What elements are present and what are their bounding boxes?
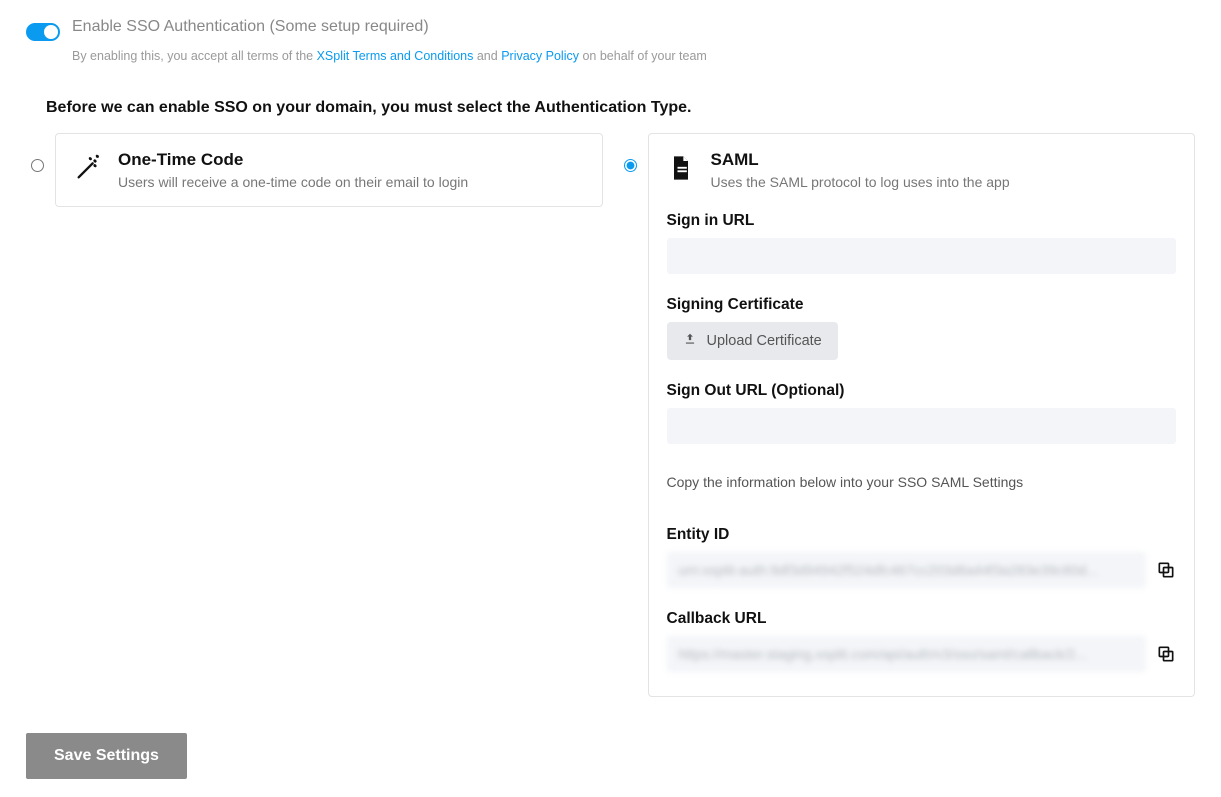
sign-in-url-label: Sign in URL [667, 212, 1177, 230]
entity-id-label: Entity ID [667, 526, 1177, 544]
upload-certificate-button[interactable]: Upload Certificate [667, 322, 838, 360]
otc-title: One-Time Code [118, 150, 468, 170]
upload-certificate-label: Upload Certificate [707, 333, 822, 349]
select-auth-type-heading: Before we can enable SSO on your domain,… [46, 99, 1195, 117]
toggle-text-block: Enable SSO Authentication (Some setup re… [72, 18, 707, 75]
one-time-code-radio[interactable] [31, 159, 44, 172]
signing-cert-label: Signing Certificate [667, 296, 1177, 314]
sign-out-url-input[interactable] [667, 408, 1177, 444]
toggle-sub-prefix: By enabling this, you accept all terms o… [72, 49, 317, 63]
save-settings-button[interactable]: Save Settings [26, 733, 187, 779]
upload-icon [683, 332, 697, 350]
callback-url-label: Callback URL [667, 610, 1177, 628]
document-icon [667, 154, 695, 182]
saml-radio[interactable] [624, 159, 637, 172]
toggle-title: Enable SSO Authentication (Some setup re… [72, 18, 707, 36]
copy-icon [1156, 568, 1176, 583]
saml-desc: Uses the SAML protocol to log uses into … [711, 174, 1010, 190]
privacy-link[interactable]: Privacy Policy [501, 49, 579, 63]
sign-in-url-input[interactable] [667, 238, 1177, 274]
toggle-subtitle: By enabling this, you accept all terms o… [72, 49, 707, 63]
copy-callback-url-button[interactable] [1156, 644, 1176, 664]
toggle-sub-suffix: on behalf of your team [579, 49, 707, 63]
toggle-sub-mid: and [473, 49, 501, 63]
saml-info-text: Copy the information below into your SSO… [667, 474, 1024, 490]
sign-out-url-label: Sign Out URL (Optional) [667, 382, 1177, 400]
magic-wand-icon [74, 154, 102, 182]
copy-icon [1156, 652, 1176, 667]
entity-id-value: urn:xsplit-auth:9df3d94942f524dfc467cc20… [667, 552, 1147, 588]
copy-entity-id-button[interactable] [1156, 560, 1176, 580]
otc-desc: Users will receive a one-time code on th… [118, 174, 468, 190]
terms-link[interactable]: XSplit Terms and Conditions [317, 49, 474, 63]
saml-card: SAML Uses the SAML protocol to log uses … [648, 133, 1196, 697]
one-time-code-card[interactable]: One-Time Code Users will receive a one-t… [55, 133, 603, 207]
enable-sso-toggle[interactable] [26, 23, 60, 41]
callback-url-value: https://master.staging.xsplit.com/api/au… [667, 636, 1147, 672]
saml-title: SAML [711, 150, 1010, 170]
